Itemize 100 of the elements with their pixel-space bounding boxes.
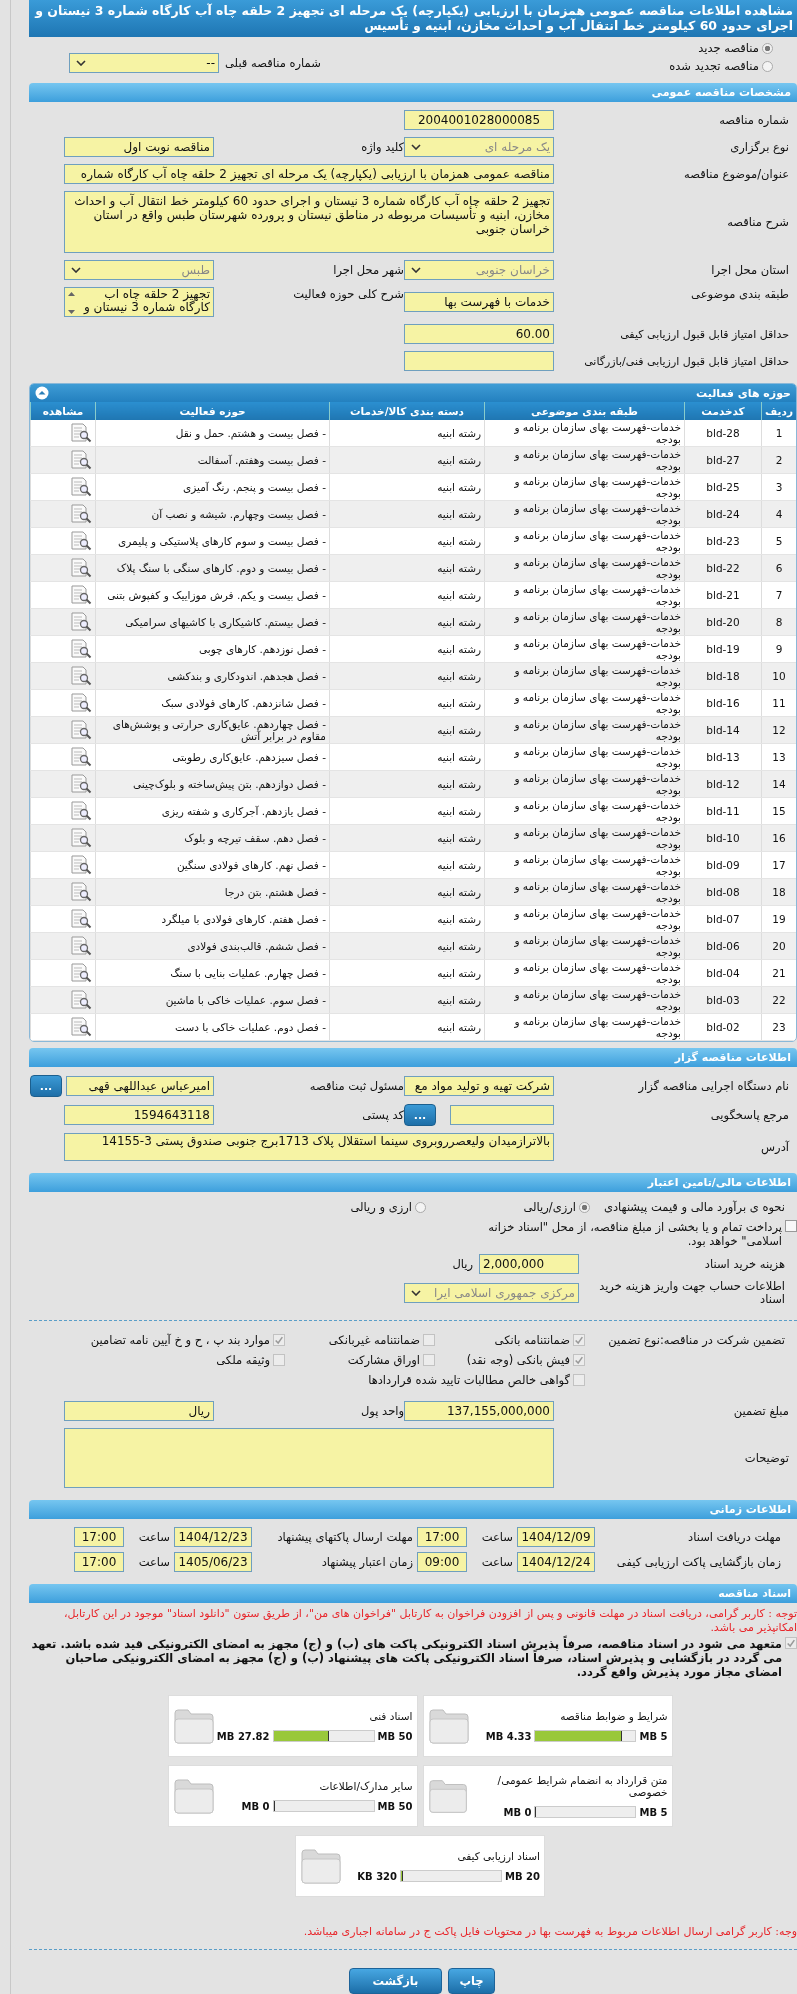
document-magnifier-icon[interactable] <box>70 558 92 578</box>
text-field[interactable] <box>404 351 554 371</box>
text-field[interactable]: شرکت تهیه و تولید مواد مع <box>404 1076 554 1096</box>
radio-button[interactable] <box>578 1201 590 1213</box>
table-cell: - فصل بیست و یکم. فرش موزاییک و کفپوش بتنی <box>95 581 330 609</box>
document-magnifier-icon[interactable] <box>70 774 92 794</box>
notice-text: وجه: کاربر گرامی ارسال اطلاعات مربوط به فهرست بها در محتویات فایل پاکت ج در سامانه اجباری میباشد. <box>302 1925 797 1939</box>
browse-button[interactable]: ... <box>30 1075 62 1097</box>
table-cell: خدمات-فهرست بهای سازمان برنامه و بودجه <box>484 500 685 528</box>
document-magnifier-icon[interactable] <box>70 612 92 632</box>
field-label: آدرس <box>760 1140 789 1154</box>
document-magnifier-icon[interactable] <box>70 990 92 1010</box>
checkbox[interactable] <box>423 1354 435 1366</box>
table-cell: رشته ابنیه <box>329 500 485 528</box>
field-label: اطلاعات حساب جهت واریز هزینه خرید اسناد <box>598 1280 785 1306</box>
table-cell: 14 <box>761 770 796 798</box>
text-field[interactable]: خدمات با فهرست بها <box>404 292 554 312</box>
table-cell: رشته ابنیه <box>329 1013 485 1041</box>
notice-text: توجه : کاربر گرامی، دریافت اسناد در مهلت قانونی و پس از افزودن فراخوان به کارتابل "فراخوان های من"، از طریق ستون "دانلود اسناد" موجود در این کارتابل، امکانپذیر می باشد. <box>63 1607 797 1635</box>
text-area[interactable]: بالاترازمیدان ولیعصرروبروی سینما استقلال پلاک 1713برج جنوبی صندوق پستی 3-14155 <box>64 1133 554 1161</box>
table-cell: - فصل دوازدهم. بتن پیش‌ساخته و بلوک‌چینی <box>95 770 330 798</box>
table-cell: 17 <box>761 851 796 879</box>
table-cell: - فصل ششم. قالب‌بندی فولادی <box>95 932 330 960</box>
document-magnifier-icon[interactable] <box>70 477 92 497</box>
document-magnifier-icon[interactable] <box>70 504 92 524</box>
checkbox[interactable] <box>273 1354 285 1366</box>
text-field[interactable]: 1594643118 <box>64 1105 214 1125</box>
date-field[interactable]: 1404/12/23 <box>174 1527 252 1547</box>
document-magnifier-icon[interactable] <box>70 639 92 659</box>
caret-icon <box>411 267 421 273</box>
field-label: مرجع پاسخگویی <box>709 1108 789 1122</box>
time-field[interactable]: 17:00 <box>74 1552 124 1572</box>
checkbox[interactable] <box>573 1354 585 1366</box>
time-field[interactable]: 09:00 <box>417 1552 467 1572</box>
text-field[interactable]: 60.00 <box>404 324 554 344</box>
table-cell: رشته ابنیه <box>329 716 485 744</box>
table-title: حوزه های فعالیت <box>696 386 791 400</box>
caret-icon <box>411 1290 421 1296</box>
document-magnifier-icon[interactable] <box>70 909 92 929</box>
checkbox[interactable] <box>573 1374 585 1386</box>
checkbox[interactable] <box>785 1637 797 1649</box>
table-cell: خدمات-فهرست بهای سازمان برنامه و بودجه <box>484 1013 685 1041</box>
document-magnifier-icon[interactable] <box>70 531 92 551</box>
date-field[interactable]: 1404/12/09 <box>517 1527 595 1547</box>
radio-button[interactable] <box>762 60 773 72</box>
table-cell: bld-11 <box>684 797 762 825</box>
text-field[interactable] <box>450 1105 554 1125</box>
field-label: نحوه ی برآورد مالی و قیمت پیشنهادی <box>603 1200 785 1214</box>
document-magnifier-icon[interactable] <box>70 1017 92 1037</box>
table-cell: bld-22 <box>684 554 762 582</box>
radio-button[interactable] <box>762 42 773 54</box>
table-cell: رشته ابنیه <box>329 554 485 582</box>
table-cell: 5 <box>761 527 796 555</box>
document-magnifier-icon[interactable] <box>70 423 92 443</box>
table-cell: 9 <box>761 635 796 663</box>
radio-label: مناقصه جدید <box>698 41 759 55</box>
browse-button[interactable]: ... <box>404 1104 436 1126</box>
field-label: مبلغ تضمین <box>732 1404 789 1418</box>
text-field[interactable]: 137,155,000,000 <box>404 1401 554 1421</box>
document-magnifier-icon[interactable] <box>70 693 92 713</box>
text-field[interactable]: امیرعباس عبداللهی قهی <box>66 1076 214 1096</box>
back-button[interactable]: بازگشت <box>349 1968 442 1994</box>
document-magnifier-icon[interactable] <box>70 585 92 605</box>
time-field[interactable]: 17:00 <box>417 1527 467 1547</box>
text-field[interactable]: مناقصه نوبت اول <box>64 137 214 157</box>
text-field[interactable]: 2004001028000085 <box>404 110 554 130</box>
document-magnifier-icon[interactable] <box>70 936 92 956</box>
checkbox[interactable] <box>423 1334 435 1346</box>
previous-tender-select[interactable]: -- <box>69 53 219 73</box>
time-field[interactable]: 17:00 <box>74 1527 124 1547</box>
table-cell: رشته ابنیه <box>329 797 485 825</box>
document-magnifier-icon[interactable] <box>70 450 92 470</box>
text-field[interactable]: 2,000,000 <box>479 1254 579 1274</box>
print-button[interactable]: چاپ <box>448 1968 495 1994</box>
date-field[interactable]: 1404/12/24 <box>517 1552 595 1572</box>
text-field[interactable]: مناقصه عمومی همزمان با ارزیابی (یکپارچه) یک مرحله ای تجهیز 2 حلقه چاه آب کارگاه شماره <box>64 164 554 184</box>
date-field[interactable]: 1405/06/23 <box>174 1552 252 1572</box>
section-header: اطلاعات مناقصه گزار <box>29 1048 797 1067</box>
table-cell: خدمات-فهرست بهای سازمان برنامه و بودجه <box>484 446 685 474</box>
checkbox[interactable] <box>573 1334 585 1346</box>
table-cell: 11 <box>761 689 796 717</box>
collapse-icon[interactable] <box>35 386 49 400</box>
checkbox[interactable] <box>785 1220 797 1232</box>
checkbox[interactable] <box>273 1334 285 1346</box>
document-magnifier-icon[interactable] <box>70 963 92 983</box>
document-magnifier-icon[interactable] <box>70 666 92 686</box>
text-area[interactable]: تجهیز 2 حلقه چاه آب کارگاه شماره 3 نیستان و اجرای حدود 60 کیلومتر خط انتقال آب و احداث مخازن، ابنیه و تأسیسات مربوطه در مناطق نیستان و پرورده شهرستان طبس واقع در استان خراسان جنوبی <box>64 191 554 253</box>
table-cell: رشته ابنیه <box>329 420 485 447</box>
document-magnifier-icon[interactable] <box>70 747 92 767</box>
field-label: هزینه خرید اسناد <box>703 1257 785 1271</box>
table-cell: - فصل بیست وچهارم. شیشه و نصب آن <box>95 500 330 528</box>
radio-button[interactable] <box>414 1201 426 1213</box>
document-magnifier-icon[interactable] <box>70 828 92 848</box>
text-field[interactable]: ریال <box>64 1401 214 1421</box>
document-magnifier-icon[interactable] <box>70 720 92 740</box>
table-cell: رشته ابنیه <box>329 527 485 555</box>
document-magnifier-icon[interactable] <box>70 855 92 875</box>
document-magnifier-icon[interactable] <box>70 882 92 902</box>
document-magnifier-icon[interactable] <box>70 801 92 821</box>
field-label: حداقل امتیاز قابل قبول ارزیابی کیفی <box>619 327 789 341</box>
